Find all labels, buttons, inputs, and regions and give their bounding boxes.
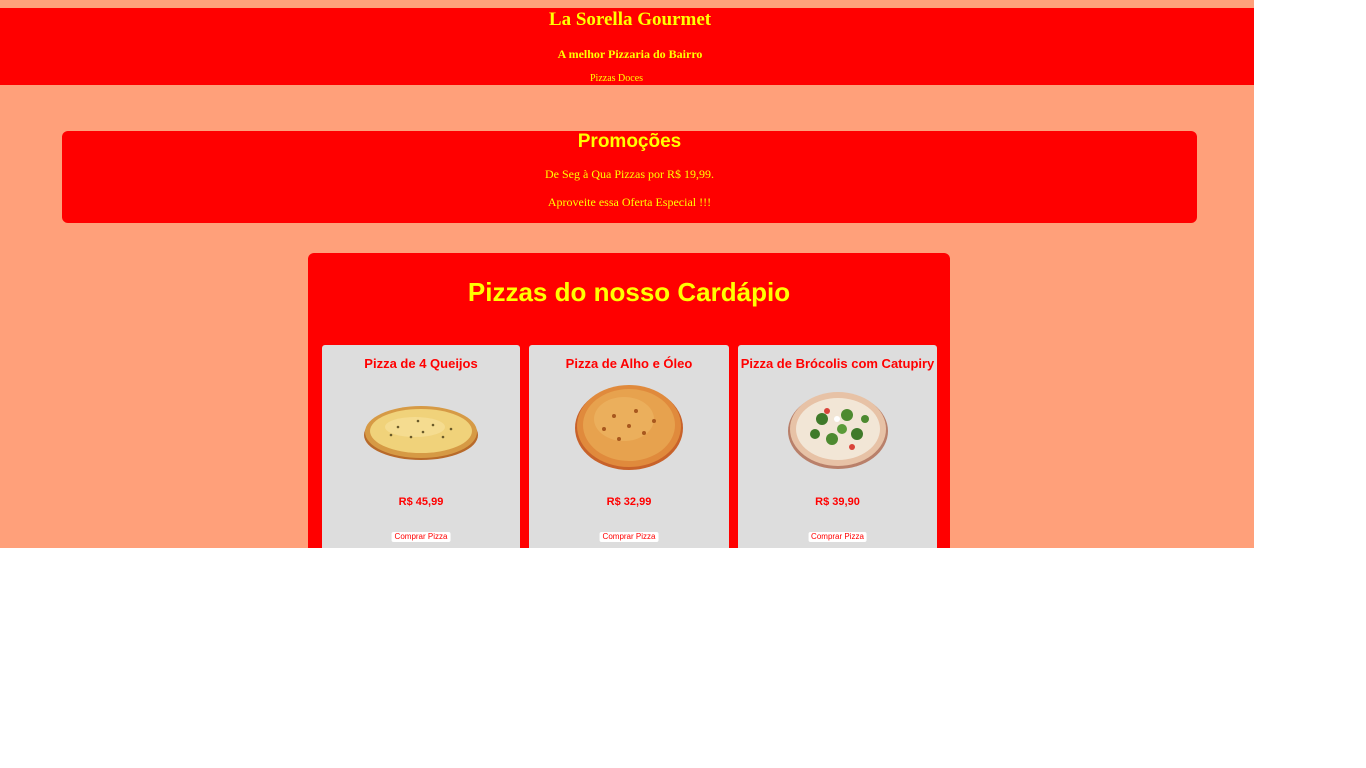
pizza-price: R$ 39,90 <box>815 496 860 508</box>
site-tagline: A melhor Pizzaria do Bairro <box>557 47 703 61</box>
nav-link-pizzas-doces[interactable]: Pizzas Doces <box>590 73 643 85</box>
pizza-name: Pizza de Alho e Óleo <box>565 356 693 371</box>
page: La Sorella Gourmet A melhor Pizzaria do … <box>0 0 1254 548</box>
promo-banner: Promoções De Seg à Qua Pizzas por R$ 19,… <box>62 131 1197 223</box>
promo-title: Promoções <box>577 131 682 152</box>
menu-title: Pizzas do nosso Cardápio <box>467 277 791 307</box>
promo-text-days: De Seg à Qua Pizzas por R$ 19,99. <box>545 167 714 181</box>
menu-section: Pizzas do nosso Cardápio Pizza de 4 Quei… <box>308 253 950 548</box>
pizza-name: Pizza de 4 Queijos <box>364 356 478 371</box>
broccoli-catupiry-pizza-image <box>787 392 888 469</box>
site-title: La Sorella Gourmet <box>548 9 712 30</box>
pizza-price: R$ 32,99 <box>606 496 652 508</box>
buy-pizza-button[interactable]: Comprar Pizza <box>391 532 451 542</box>
promo-text-offer: Aproveite essa Oferta Especial !!! <box>547 195 712 209</box>
pizza-card-alho-e-oleo: Pizza de Alho e Óleo R$ 32,99 Comprar Pi… <box>529 345 729 548</box>
site-header: La Sorella Gourmet A melhor Pizzaria do … <box>0 8 1254 85</box>
pizza-card-brocolis-catupiry: Pizza de Brócolis com Catupiry R$ 39,90 … <box>738 345 937 548</box>
pizza-price: R$ 45,99 <box>398 496 444 508</box>
pizza-name: Pizza de Brócolis com Catupiry <box>740 356 935 371</box>
buy-pizza-button[interactable]: Comprar Pizza <box>808 532 867 542</box>
four-cheese-pizza-image <box>364 406 478 460</box>
buy-pizza-button[interactable]: Comprar Pizza <box>599 532 659 542</box>
garlic-oil-pizza-image <box>575 385 683 470</box>
pizza-card-4-queijos: Pizza de 4 Queijos R$ 45,99 Comprar Pizz… <box>322 345 520 548</box>
